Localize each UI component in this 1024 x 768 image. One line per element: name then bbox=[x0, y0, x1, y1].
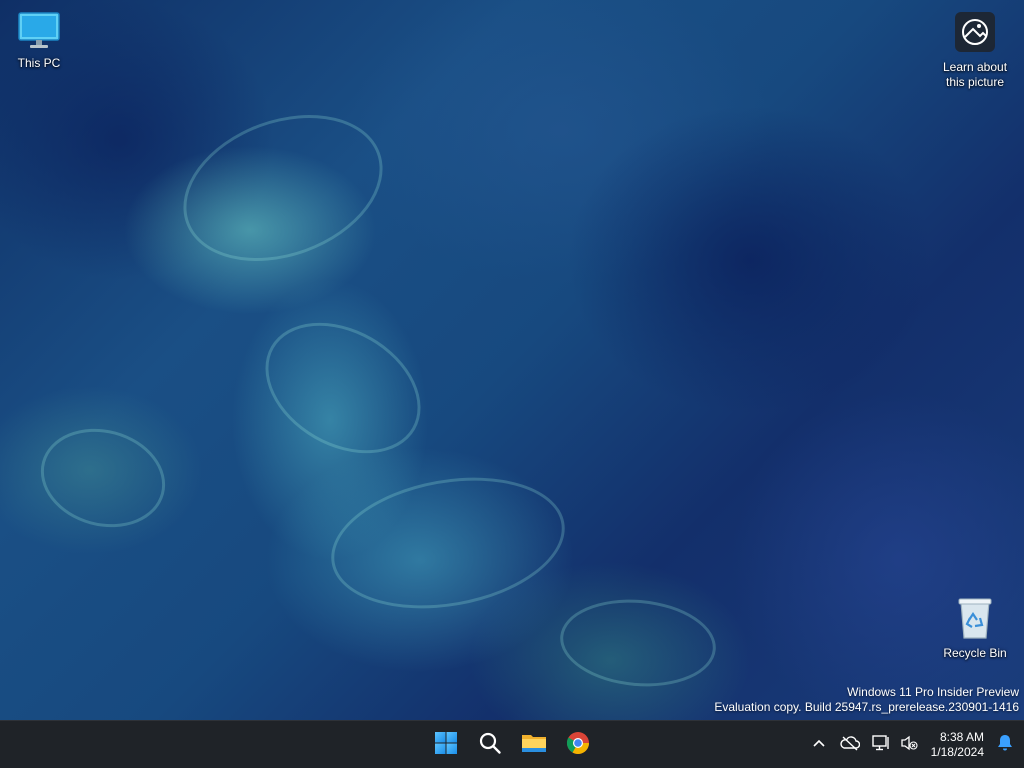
chevron-up-icon bbox=[812, 736, 826, 755]
recycle-bin-icon bbox=[936, 596, 1014, 643]
camera-info-icon bbox=[936, 10, 1014, 57]
clock-date: 1/18/2024 bbox=[930, 745, 984, 759]
desktop-wallpaper[interactable]: This PC Learn about this picture Recycle… bbox=[0, 0, 1024, 720]
search-icon bbox=[478, 731, 502, 760]
learn-about-picture-desktop-icon[interactable]: Learn about this picture bbox=[936, 10, 1014, 90]
bell-icon bbox=[997, 734, 1013, 757]
this-pc-desktop-icon[interactable]: This PC bbox=[1, 10, 77, 71]
volume-muted-icon bbox=[900, 735, 918, 756]
recycle-bin-desktop-icon[interactable]: Recycle Bin bbox=[936, 596, 1014, 661]
watermark-edition: Windows 11 Pro Insider Preview bbox=[847, 685, 1019, 699]
desktop-icon-label: This PC bbox=[17, 56, 61, 70]
volume-tray-button[interactable] bbox=[895, 725, 923, 765]
clock-time: 8:38 AM bbox=[939, 730, 984, 744]
wallpaper-swirl bbox=[29, 415, 177, 541]
start-button[interactable] bbox=[426, 725, 466, 765]
chrome-button[interactable] bbox=[558, 725, 598, 765]
windows-logo-icon bbox=[434, 731, 458, 760]
notifications-button[interactable] bbox=[990, 725, 1020, 765]
system-tray: 8:38 AM 1/18/2024 bbox=[805, 721, 1024, 768]
monitor-icon bbox=[1, 10, 77, 53]
network-tray-button[interactable] bbox=[867, 725, 895, 765]
file-explorer-button[interactable] bbox=[514, 725, 554, 765]
search-button[interactable] bbox=[470, 725, 510, 765]
desktop-icon-label: Learn about this picture bbox=[942, 60, 1008, 89]
network-icon bbox=[871, 734, 890, 756]
onedrive-offline-icon bbox=[839, 735, 860, 756]
desktop-icon-label: Recycle Bin bbox=[943, 646, 1007, 660]
taskbar: 8:38 AM 1/18/2024 bbox=[0, 720, 1024, 768]
taskbar-pinned-apps bbox=[424, 721, 600, 768]
show-hidden-icons-button[interactable] bbox=[805, 725, 833, 765]
watermark-build: Evaluation copy. Build 25947.rs_prerelea… bbox=[714, 700, 1019, 714]
folder-icon bbox=[521, 731, 547, 760]
wallpaper-swirl bbox=[242, 296, 444, 480]
wallpaper-swirl bbox=[320, 460, 576, 626]
wallpaper-swirl bbox=[162, 88, 404, 288]
onedrive-tray-button[interactable] bbox=[833, 725, 867, 765]
evaluation-watermark: Windows 11 Pro Insider Preview Evaluatio… bbox=[714, 685, 1019, 715]
wallpaper-swirl bbox=[556, 593, 720, 693]
clock-button[interactable]: 8:38 AM 1/18/2024 bbox=[923, 725, 990, 765]
chrome-icon bbox=[566, 731, 590, 760]
